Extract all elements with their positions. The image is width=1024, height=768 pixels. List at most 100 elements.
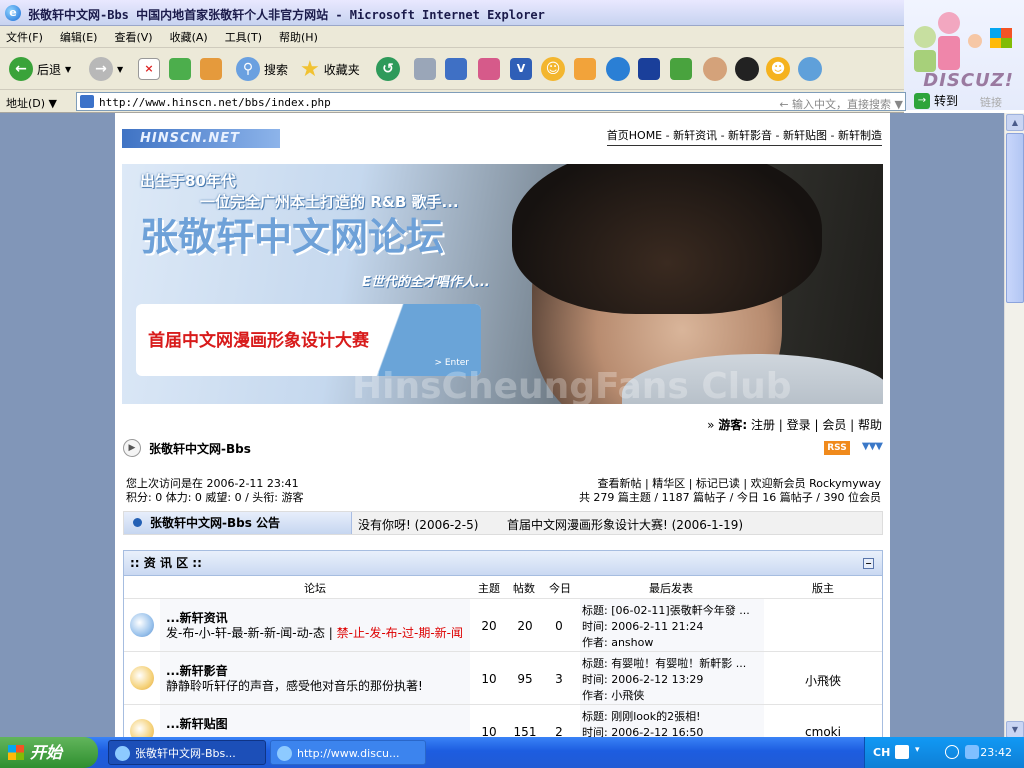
address-hint: ← 输入中文，直接搜索 ▼ <box>779 98 903 111</box>
home-icon[interactable] <box>200 58 222 80</box>
forum-page: HINSCN.NET 首页HOME - 新轩资讯 - 新轩影音 - 新轩贴图 -… <box>115 113 890 739</box>
ime-toggle-icon[interactable]: ▾ <box>915 745 920 755</box>
top-navigation[interactable]: 首页HOME - 新轩资讯 - 新轩影音 - 新轩贴图 - 新轩制造 <box>606 127 882 146</box>
page-icon <box>80 95 94 108</box>
forum-status-icon <box>130 719 154 739</box>
network-icon[interactable] <box>965 745 979 759</box>
user-links-list[interactable]: 注册 | 登录 | 会员 | 帮助 <box>751 418 882 432</box>
scroll-down-arrow[interactable]: ▼ <box>1006 721 1024 738</box>
moderator[interactable]: 小飛俠 <box>764 672 882 689</box>
menu-tools[interactable]: 工具(T) <box>225 29 262 45</box>
promo-text: 首届中文网漫画形象设计大赛 <box>148 331 369 351</box>
search-button[interactable]: ⚲ 搜索 <box>236 55 288 83</box>
menu-file[interactable]: 文件(F) <box>6 29 43 45</box>
clock: 23:42 <box>980 746 1012 759</box>
back-button[interactable]: ← 后退 ▼ <box>9 55 71 83</box>
site-logo[interactable]: HINSCN.NET <box>122 129 280 148</box>
ie-icon <box>115 746 130 761</box>
menu-bar: 文件(F) 编辑(E) 查看(V) 收藏(A) 工具(T) 帮助(H) <box>0 26 904 48</box>
collapse-icon[interactable]: − <box>863 558 874 569</box>
forward-arrow-icon: → <box>89 57 113 81</box>
menu-help[interactable]: 帮助(H) <box>279 29 318 45</box>
qq-penguin-icon[interactable] <box>735 57 759 81</box>
go-button[interactable]: → 转到 <box>914 92 958 109</box>
user-links: » 游客: 注册 | 登录 | 会员 | 帮助 <box>707 418 882 432</box>
last-post[interactable]: 标题: 有婴啦！有婴啦！新軒影 ... 时间: 2006-2-12 13:29 … <box>582 656 762 704</box>
last-post[interactable]: 标题: 刚刚look的2張相! 时间: 2006-2-12 16:50 <box>582 709 762 739</box>
links-label[interactable]: 链接 <box>980 94 1002 110</box>
messenger-icon[interactable] <box>478 58 500 80</box>
forum-status-icon <box>130 666 154 690</box>
scroll-thumb[interactable] <box>1006 133 1024 303</box>
windows-logo-icon <box>8 745 24 760</box>
vertical-scrollbar[interactable]: ▲ ▼ <box>1004 113 1024 739</box>
window-title: 张敬轩中文网-Bbs 中国内地首家张敬轩个人非官方网站 - Microsoft … <box>28 8 545 22</box>
history-icon[interactable]: ↺ <box>376 57 400 81</box>
banner-tagline: E世代的全才唱作人... <box>362 275 490 290</box>
back-arrow-icon: ← <box>9 57 33 81</box>
go-arrow-icon: → <box>914 92 930 109</box>
monkey-icon[interactable] <box>703 57 727 81</box>
back-label: 后退 <box>37 62 62 77</box>
system-tray: CH ▾ 23:42 <box>864 737 1024 768</box>
start-button[interactable]: 开始 <box>0 737 98 768</box>
forum-banner[interactable]: 出生于80年代 一位完全广州本土打造的 R&B 歌手... 张敬轩中文网论坛 E世… <box>122 164 883 404</box>
refresh-icon[interactable] <box>169 58 191 80</box>
smiley-icon[interactable]: ☺ <box>541 57 565 81</box>
ie-icon: e <box>5 5 21 21</box>
search-label: 搜索 <box>264 62 289 77</box>
star-icon: ★ <box>300 56 320 82</box>
announcement-tab[interactable]: 张敬轩中文网-Bbs 公告 <box>124 512 352 534</box>
toolbar: ← 后退 ▼ → ▼ × ⚲ 搜索 ★ 收藏夹 ↺ V ☺ ☻ <box>0 48 904 90</box>
browser-icon[interactable] <box>638 58 660 80</box>
emoticon-icon[interactable]: ☻ <box>766 57 790 81</box>
forum-row[interactable]: ...新轩贴图 10 151 2 标题: 刚刚look的2張相! 时间: 200… <box>124 704 882 739</box>
taskbar: 开始 张敬轩中文网-Bbs... http://www.discu... CH … <box>0 737 1024 768</box>
print-icon[interactable] <box>445 58 467 80</box>
column-headers: 论坛 主题 帖数 今日 最后发表 版主 <box>304 582 834 595</box>
section-header: :: 资 讯 区 :: − <box>124 551 882 576</box>
taskbar-item-ie[interactable]: 张敬轩中文网-Bbs... <box>108 740 266 765</box>
announcement-bar: 张敬轩中文网-Bbs 公告 没有你呀! (2006-2-5) 首届中文网漫画形象… <box>123 511 883 535</box>
menu-edit[interactable]: 编辑(E) <box>60 29 98 45</box>
browser-viewport: HINSCN.NET 首页HOME - 新轩资讯 - 新轩影音 - 新轩贴图 -… <box>0 113 1004 739</box>
forum-row[interactable]: ...新轩资讯 发-布-小-轩-最-新-新-闻-动-态 | 禁-止-发-布-过-… <box>124 598 882 651</box>
tray-collapse-icon[interactable] <box>945 745 959 759</box>
discuz-text: DISCUZ! <box>923 70 1014 91</box>
expand-arrows-icon[interactable]: ▼▼▼ <box>862 441 883 452</box>
quick-links[interactable]: 查看新帖 | 精华区 | 标记已读 | 欢迎新会员 Rockymyway <box>579 477 881 491</box>
bag-icon[interactable] <box>574 58 596 80</box>
address-label: 地址(D) ▼ <box>6 97 58 110</box>
address-url: http://www.hinscn.net/bbs/index.php <box>99 96 331 109</box>
ie-icon <box>277 746 292 761</box>
runner-icon[interactable] <box>670 58 692 80</box>
arrow-icon: ▶ <box>123 439 141 457</box>
scroll-up-arrow[interactable]: ▲ <box>1006 114 1024 131</box>
go-label: 转到 <box>934 94 959 108</box>
forum-name[interactable]: ...新轩贴图 <box>166 715 228 732</box>
v-icon[interactable]: V <box>510 58 532 80</box>
ime-icon[interactable] <box>895 745 909 759</box>
favorites-button[interactable]: ★ 收藏夹 <box>300 55 360 83</box>
windows-flag-icon <box>990 28 1012 48</box>
last-post[interactable]: 标题: [06-02-11]張敬軒今年發 ... 时间: 2006-2-11 2… <box>582 603 762 651</box>
menu-favorites[interactable]: 收藏(A) <box>170 29 208 45</box>
forum-row[interactable]: ...新轩影音 静静聆听轩仔的声音，感受他对音乐的那份执著! 10 95 3 标… <box>124 651 882 704</box>
buddies-icon[interactable] <box>798 57 822 81</box>
forum-stats: 查看新帖 | 精华区 | 标记已读 | 欢迎新会员 Rockymyway 共 2… <box>578 477 881 504</box>
address-input[interactable]: http://www.hinscn.net/bbs/index.php ← 输入… <box>76 92 906 111</box>
forward-button[interactable]: → ▼ <box>89 55 123 83</box>
mail-icon[interactable] <box>414 58 436 80</box>
announcement-item[interactable]: 首届中文网漫画形象设计大赛! (2006-1-19) <box>507 516 743 533</box>
taskbar-item-discuz[interactable]: http://www.discu... <box>270 740 426 765</box>
title-bar: e 张敬轩中文网-Bbs 中国内地首家张敬轩个人非官方网站 - Microsof… <box>0 0 1024 26</box>
rss-button[interactable]: RSS <box>824 441 850 455</box>
visit-info: 您上次访问是在 2006-2-11 23:41 积分: 0 体力: 0 威望: … <box>126 477 304 504</box>
stop-icon[interactable]: × <box>138 58 160 80</box>
forum-title: ▶ 张敬轩中文网-Bbs <box>123 439 251 457</box>
shield-icon[interactable] <box>606 57 630 81</box>
announcement-item[interactable]: 没有你呀! (2006-2-5) <box>358 516 478 533</box>
menu-view[interactable]: 查看(V) <box>114 29 152 45</box>
language-indicator[interactable]: CH <box>873 746 890 759</box>
forum-description: 发-布-小-轩-最-新-新-闻-动-态 | 禁-止-发-布-过-期-新-闻 <box>166 626 463 640</box>
